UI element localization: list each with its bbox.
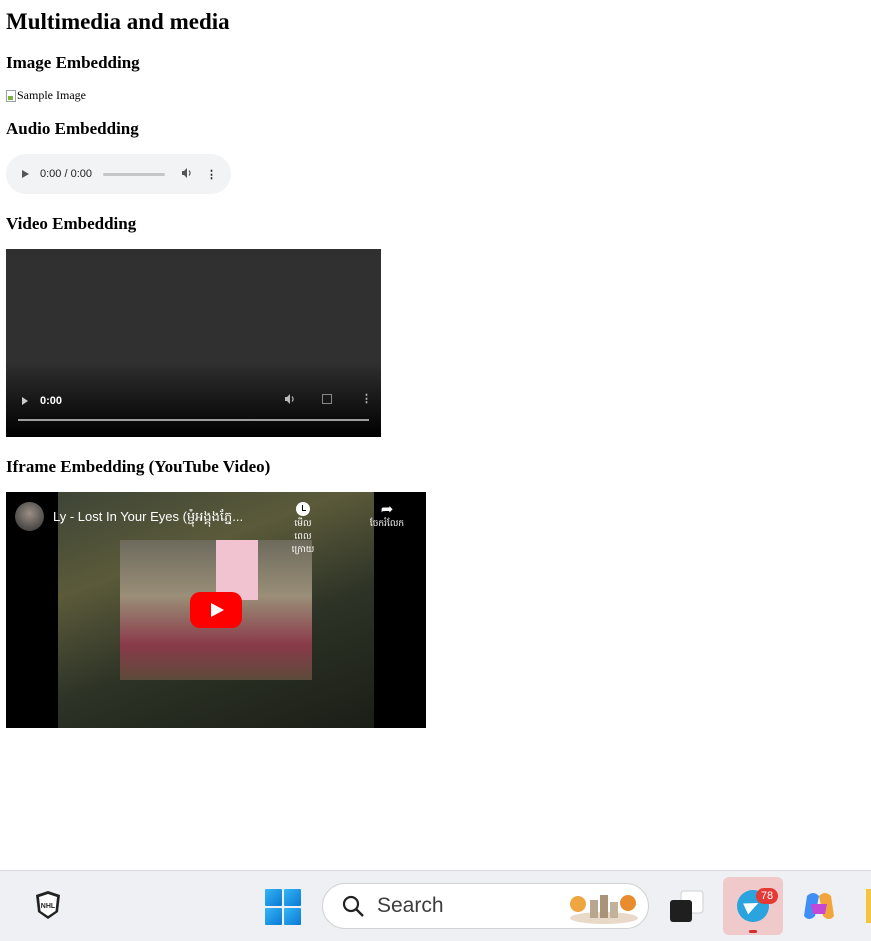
section-heading-video: Video Embedding	[6, 214, 137, 233]
broken-image-icon	[6, 89, 16, 102]
search-label: Search	[377, 894, 444, 917]
youtube-play-button[interactable]	[190, 592, 242, 628]
search-icon	[342, 895, 364, 917]
sample-image: Sample Image	[6, 88, 86, 103]
section-heading-image: Image Embedding	[6, 53, 140, 72]
file-explorer-icon[interactable]	[866, 889, 871, 923]
play-icon[interactable]	[22, 397, 28, 405]
video-controls: 0:00 ⋮	[6, 393, 381, 409]
audio-player[interactable]: 0:00 / 0:00 ⋮	[6, 154, 231, 194]
video-time: 0:00	[40, 395, 63, 407]
active-indicator	[749, 930, 757, 933]
more-vert-icon[interactable]: ⋮	[361, 392, 372, 405]
section-heading-iframe: Iframe Embedding (YouTube Video)	[6, 457, 271, 476]
audio-progress-slider[interactable]	[103, 172, 165, 176]
fullscreen-icon[interactable]	[322, 394, 332, 404]
watch-later-label: មើលពេលក្រោយ	[291, 518, 315, 554]
taskbar-search[interactable]: Search	[322, 883, 649, 929]
page-title: Multimedia and media	[6, 9, 230, 34]
telegram-taskbar-button[interactable]: 78	[723, 877, 783, 935]
search-highlight-icon	[570, 895, 638, 924]
task-view-icon[interactable]	[667, 889, 707, 925]
notification-badge: 78	[756, 888, 778, 904]
start-icon[interactable]	[265, 889, 301, 925]
video-player[interactable]: 0:00 ⋮	[6, 249, 381, 437]
svg-text:NHL: NHL	[41, 903, 56, 910]
more-vert-icon[interactable]: ⋮	[206, 168, 217, 181]
watch-later-button[interactable]: មើលពេលក្រោយ	[288, 502, 318, 557]
nhl-icon[interactable]: NHL	[34, 890, 62, 920]
section-heading-audio: Audio Embedding	[6, 119, 139, 138]
web-page: Multimedia and media Image Embedding Sam…	[0, 0, 871, 870]
share-button[interactable]: ➦ ចែករំលែក	[360, 502, 414, 531]
copilot-icon[interactable]	[801, 890, 837, 924]
speaker-icon[interactable]	[284, 393, 296, 408]
youtube-embed[interactable]: Ly - Lost In Your Eyes (ម្ជុំអង្គុងភ្នែ.…	[6, 492, 426, 728]
video-progress-slider[interactable]	[18, 419, 369, 421]
clock-icon	[296, 502, 310, 516]
share-icon: ➦	[380, 501, 394, 518]
youtube-video-title[interactable]: Ly - Lost In Your Eyes (ម្ជុំអង្គុងភ្នែ.…	[53, 509, 278, 528]
channel-avatar[interactable]	[15, 502, 44, 531]
play-icon[interactable]	[22, 170, 29, 178]
taskbar: NHL Search 78	[0, 870, 871, 941]
audio-time: 0:00 / 0:00	[40, 168, 92, 180]
image-alt-text: Sample Image	[17, 88, 86, 102]
speaker-icon[interactable]	[181, 167, 193, 182]
share-label: ចែករំលែក	[369, 518, 405, 528]
